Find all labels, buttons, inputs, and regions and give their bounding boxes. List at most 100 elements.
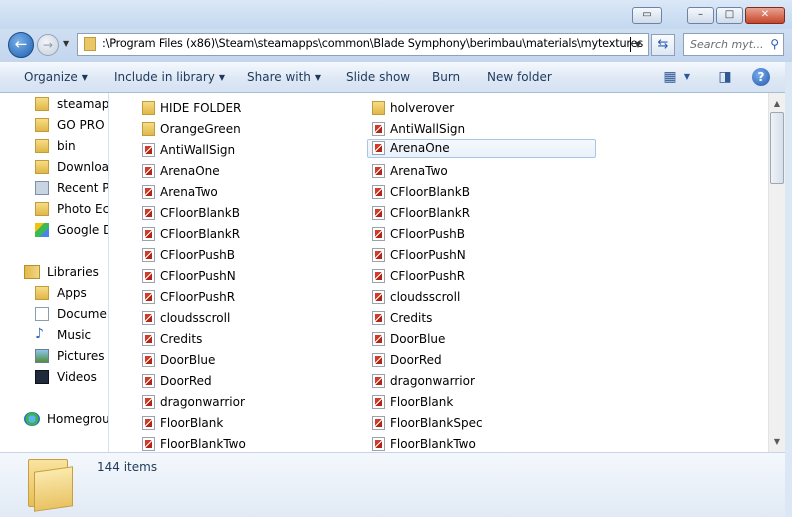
address-path[interactable]: :\Program Files (x86)\Steam\steamapps\co… xyxy=(102,37,643,50)
nav-item-label: Music xyxy=(57,328,92,342)
chevron-down-icon: ▼ xyxy=(314,73,322,82)
file-name: AntiWallSign xyxy=(160,143,236,157)
organize-label: Organize xyxy=(24,70,78,84)
image-file-icon xyxy=(142,206,155,220)
image-file-icon xyxy=(142,143,155,157)
folder-icon xyxy=(142,101,155,115)
nav-item-label: Libraries xyxy=(47,265,99,279)
include-in-library-menu[interactable]: Include in library ▼ xyxy=(114,70,225,84)
chevron-down-icon[interactable]: ▼ xyxy=(682,72,692,88)
image-file-icon xyxy=(372,311,385,325)
scrollbar-thumb[interactable] xyxy=(770,112,784,184)
file-name: Credits xyxy=(390,311,433,325)
image-file-icon xyxy=(372,122,385,136)
file-name: holverover xyxy=(390,101,455,115)
address-dropdown[interactable]: ▼ xyxy=(630,36,646,53)
image-file-icon xyxy=(372,206,385,220)
preview-pane-icon[interactable]: ◨ xyxy=(716,69,734,85)
close-button[interactable]: ✕ xyxy=(745,7,785,24)
recent-pages-dropdown[interactable]: ▼ xyxy=(63,39,69,48)
folder-icon xyxy=(372,101,385,115)
title-bar: ▭ – □ ✕ xyxy=(0,0,792,29)
window-border xyxy=(785,62,792,517)
folder-icon xyxy=(35,97,49,111)
videos-icon xyxy=(35,370,49,384)
image-file-icon xyxy=(372,269,385,283)
scroll-down-arrow[interactable]: ▼ xyxy=(769,433,785,450)
file-name: CFloorPushB xyxy=(160,248,235,262)
image-file-icon xyxy=(142,353,155,367)
chevron-down-icon: ▼ xyxy=(63,39,70,48)
file-name: cloudsscroll xyxy=(160,311,231,325)
image-file-icon xyxy=(372,353,385,367)
nav-item-label: GO PRO xyxy=(57,118,105,132)
nav-item-label: Recent P xyxy=(57,181,109,195)
image-file-icon xyxy=(372,248,385,262)
file-name: CFloorBlankR xyxy=(390,206,471,220)
image-file-icon xyxy=(372,141,385,155)
restore-down-button[interactable]: ▭ xyxy=(632,7,662,24)
file-name: CFloorPushR xyxy=(160,290,236,304)
restore-icon: ▭ xyxy=(642,9,652,20)
nav-item-label: bin xyxy=(57,139,76,153)
nav-item-label: steamap xyxy=(57,97,109,111)
folder-icon xyxy=(84,37,96,51)
chevron-down-icon: ▼ xyxy=(634,40,642,49)
file-name: FloorBlank xyxy=(160,416,224,430)
image-file-icon xyxy=(372,290,385,304)
file-item[interactable]: ArenaOne xyxy=(367,139,596,158)
file-name: dragonwarrior xyxy=(390,374,475,388)
item-count: 144 items xyxy=(97,460,158,474)
image-file-icon xyxy=(142,374,155,388)
image-file-icon xyxy=(142,416,155,430)
image-file-icon xyxy=(142,437,155,451)
image-file-icon xyxy=(142,311,155,325)
address-bar[interactable]: :\Program Files (x86)\Steam\steamapps\co… xyxy=(77,33,649,56)
refresh-icon: ⇆ xyxy=(657,37,669,52)
organize-menu[interactable]: Organize ▼ xyxy=(24,70,88,84)
burn-button[interactable]: Burn xyxy=(432,70,460,84)
image-file-icon xyxy=(372,332,385,346)
file-list[interactable]: HIDE FOLDER OrangeGreen AntiWallSign ArenaO… xyxy=(110,93,768,452)
file-name: FloorBlankSpec xyxy=(390,416,483,430)
folder-icon xyxy=(35,286,49,300)
new-folder-button[interactable]: New folder xyxy=(487,70,552,84)
file-name: HIDE FOLDER xyxy=(160,101,242,115)
file-name: ArenaOne xyxy=(390,141,450,155)
back-button[interactable]: ← xyxy=(8,32,34,58)
file-name: CFloorBlankR xyxy=(160,227,241,241)
image-file-icon xyxy=(142,395,155,409)
file-name: DoorBlue xyxy=(390,332,446,346)
refresh-button[interactable]: ⇆ xyxy=(651,34,675,56)
music-icon: ♪ xyxy=(35,326,44,342)
file-name: DoorRed xyxy=(160,374,212,388)
folder-icon xyxy=(35,139,49,153)
maximize-button[interactable]: □ xyxy=(716,7,743,24)
navigation-pane: steamap GO PRO bin Downloa Recent P Phot… xyxy=(0,93,109,452)
minimize-button[interactable]: – xyxy=(687,7,714,24)
recent-places-icon xyxy=(35,181,49,195)
search-input[interactable]: Search myt... xyxy=(690,38,764,51)
search-box[interactable]: Search myt... ⚲ xyxy=(683,33,784,56)
scroll-up-arrow[interactable]: ▲ xyxy=(769,95,785,112)
nav-item-label: Videos xyxy=(57,370,97,384)
view-options-icon[interactable]: ▦ xyxy=(662,69,678,85)
forward-button[interactable]: → xyxy=(37,34,59,56)
share-with-menu[interactable]: Share with ▼ xyxy=(247,70,321,84)
slide-show-button[interactable]: Slide show xyxy=(346,70,410,84)
file-name: CFloorPushR xyxy=(390,269,466,283)
downloads-folder-icon xyxy=(35,160,49,174)
google-drive-icon xyxy=(35,223,49,237)
image-file-icon xyxy=(142,332,155,346)
help-icon[interactable]: ? xyxy=(752,68,770,86)
image-file-icon xyxy=(142,269,155,283)
file-name: CFloorBlankB xyxy=(160,206,240,220)
image-file-icon xyxy=(372,227,385,241)
file-name: DoorBlue xyxy=(160,353,216,367)
image-file-icon xyxy=(372,164,385,178)
documents-icon xyxy=(35,307,49,321)
share-with-label: Share with xyxy=(247,70,311,84)
file-name: FloorBlank xyxy=(390,395,454,409)
address-row: ← → ▼ :\Program Files (x86)\Steam\steama… xyxy=(0,29,792,62)
vertical-scrollbar[interactable]: ▲ ▼ xyxy=(768,93,785,452)
